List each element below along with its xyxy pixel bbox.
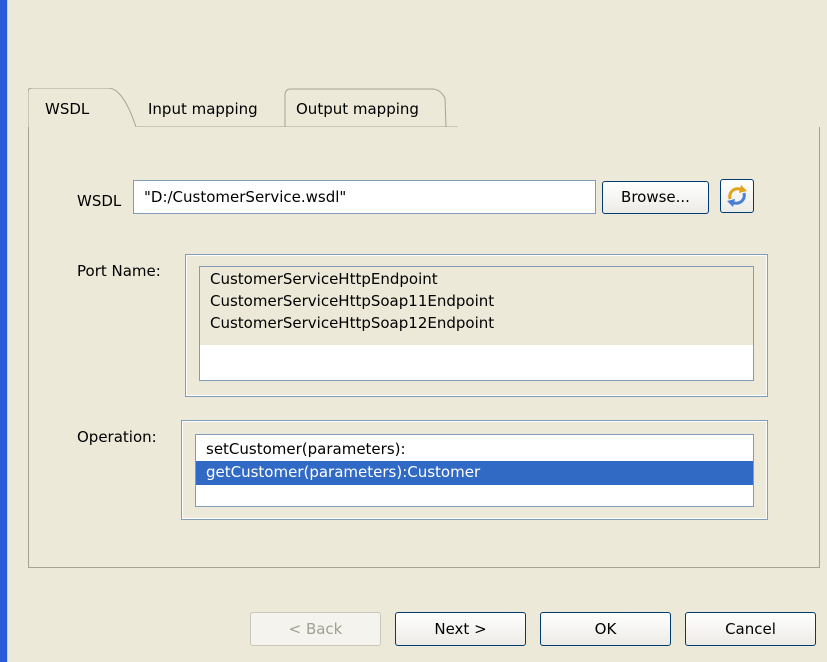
tab-wsdl[interactable]: WSDL — [45, 100, 89, 118]
back-button-label: < Back — [288, 620, 343, 638]
tab-input-mapping[interactable]: Input mapping — [148, 100, 258, 118]
list-item[interactable]: setCustomer(parameters): — [196, 435, 753, 461]
wsdl-path-value: "D:/CustomerService.wsdl" — [144, 188, 347, 206]
cancel-button-label: Cancel — [725, 620, 776, 638]
wsdl-path-input[interactable]: "D:/CustomerService.wsdl" — [133, 180, 596, 214]
port-name-list[interactable]: CustomerServiceHttpEndpoint CustomerServ… — [199, 266, 754, 381]
port-name-label: Port Name: — [77, 262, 161, 280]
back-button[interactable]: < Back — [250, 612, 381, 646]
list-item[interactable]: CustomerServiceHttpSoap11Endpoint — [200, 289, 753, 313]
list-item-selected[interactable]: getCustomer(parameters):Customer — [196, 461, 753, 485]
port-name-items: CustomerServiceHttpEndpoint CustomerServ… — [200, 267, 753, 345]
browse-button[interactable]: Browse... — [602, 181, 709, 214]
cancel-button[interactable]: Cancel — [685, 612, 816, 646]
ok-button-label: OK — [594, 620, 617, 638]
wsdl-label: WSDL — [77, 192, 122, 210]
refresh-button[interactable] — [720, 179, 754, 213]
next-button[interactable]: Next > — [395, 612, 526, 646]
refresh-icon — [727, 185, 747, 207]
window-left-border — [0, 0, 7, 662]
window-left-border-highlight — [7, 0, 8, 662]
tab-output-mapping[interactable]: Output mapping — [296, 100, 419, 118]
list-item[interactable]: CustomerServiceHttpSoap12Endpoint — [200, 311, 753, 335]
next-button-label: Next > — [434, 620, 487, 638]
browse-button-label: Browse... — [621, 188, 690, 206]
operation-label: Operation: — [77, 428, 157, 446]
ok-button[interactable]: OK — [540, 612, 671, 646]
list-item[interactable]: CustomerServiceHttpEndpoint — [200, 267, 753, 291]
operation-list[interactable]: setCustomer(parameters): getCustomer(par… — [195, 434, 754, 507]
